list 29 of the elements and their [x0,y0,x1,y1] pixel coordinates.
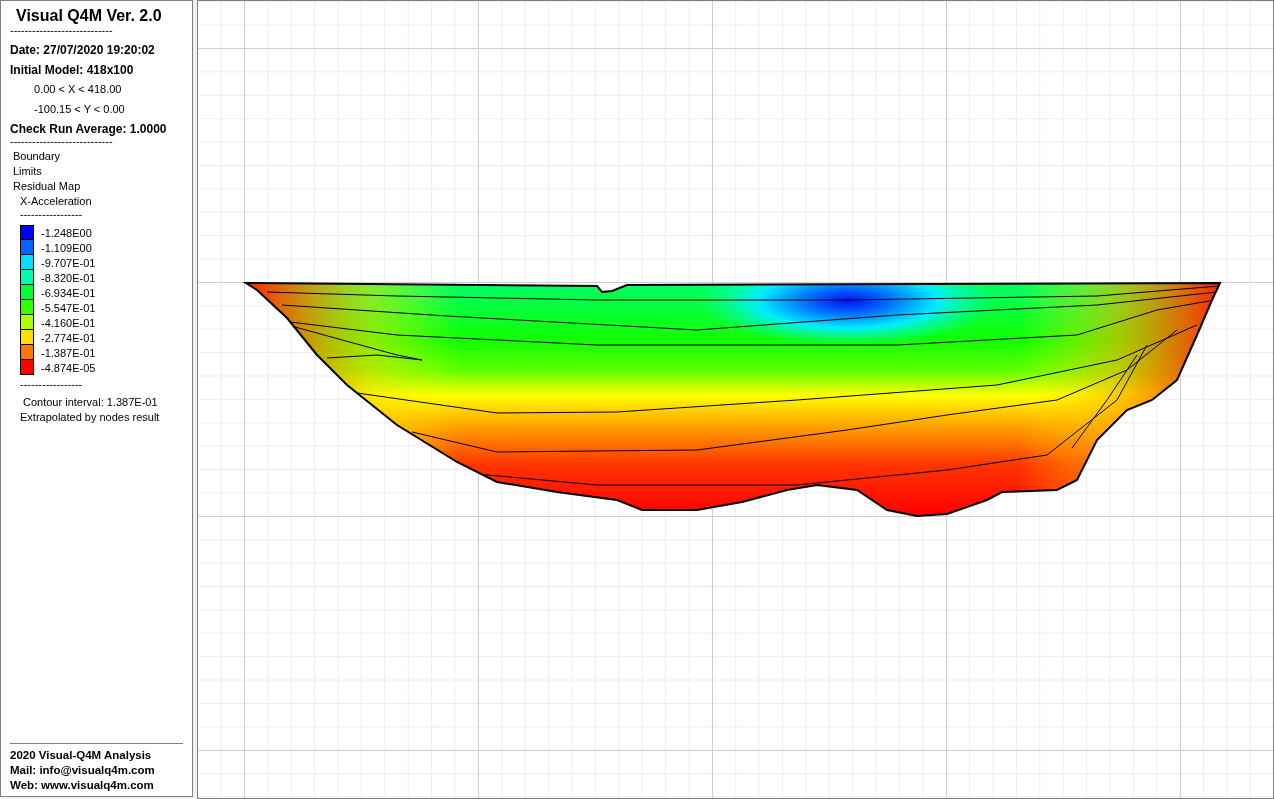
legend-value: -2.774E-01 [41,331,96,344]
legend-value: -1.387E-01 [41,346,96,359]
legend-value: -4.874E-05 [41,361,96,374]
variable-label: X-Acceleration [19,194,93,209]
legend-value: -4.160E-01 [41,316,96,329]
note-text: Extrapolated by nodes result [19,410,161,425]
layer-label: Limits [12,164,43,179]
x-range-text: 0.00 < X < 418.00 [33,82,123,97]
model-text: Initial Model: 418x100 [10,63,135,77]
legend-value: -1.248E00 [41,226,92,239]
legend-value: -1.109E00 [41,241,92,254]
dashed-separator: ----------------- [19,379,84,389]
legend-value: -9.707E-01 [41,256,96,269]
legend-value: -5.547E-01 [41,301,96,314]
dashed-separator: ----------------- [19,209,84,219]
dashed-separator: ---------------------------- [10,25,114,35]
check-run-text: Check Run Average: 1.0000 [10,122,168,136]
legend-value: -6.934E-01 [41,286,96,299]
footer-text: Web: www.visualq4m.com [10,778,155,793]
legend-value: -8.320E-01 [41,271,96,284]
y-range-text: -100.15 < Y < 0.00 [33,102,126,117]
footer-text: 2020 Visual-Q4M Analysis [10,748,153,763]
app-title: Visual Q4M Ver. 2.0 [15,6,163,25]
layer-label: Boundary [12,149,62,164]
date-text: Date: 27/07/2020 19:20:02 [10,43,156,57]
footer-text: Mail: info@visualq4m.com [10,763,156,778]
layer-label: Residual Map [12,179,82,194]
contour-interval-text: Contour interval: 1.387E-01 [22,395,159,410]
dashed-separator: ---------------------------- [10,136,113,146]
